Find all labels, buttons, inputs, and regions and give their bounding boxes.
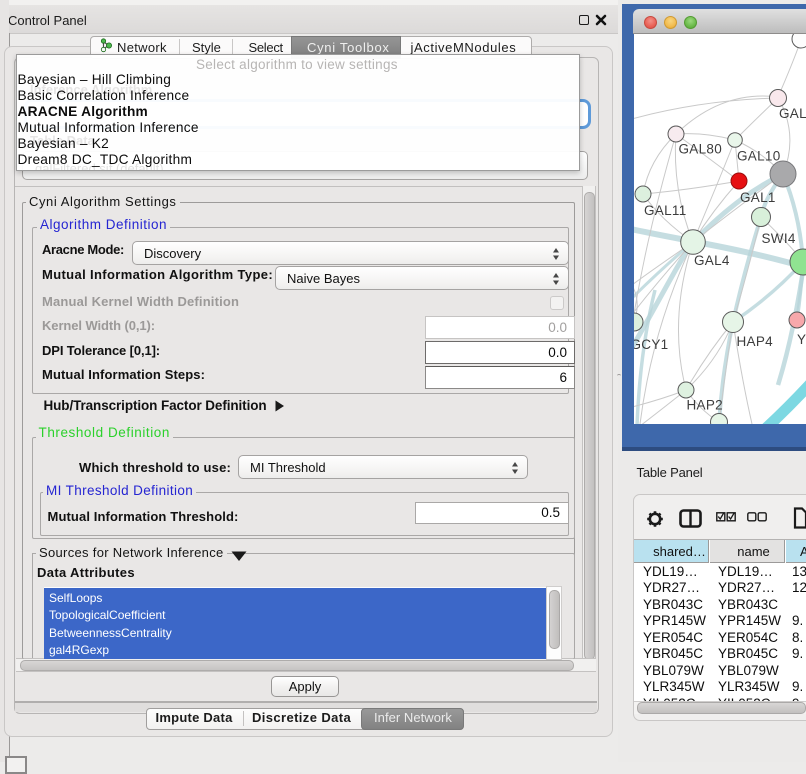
svg-text:GAL11: GAL11 xyxy=(644,203,687,218)
svg-text:GAL80: GAL80 xyxy=(679,142,723,157)
svg-text:HAP2: HAP2 xyxy=(687,398,723,413)
svg-text:GAL1: GAL1 xyxy=(740,190,776,205)
svg-text:GAL10: GAL10 xyxy=(737,149,781,164)
svg-text:GAL4: GAL4 xyxy=(694,253,730,268)
svg-text:SWI4: SWI4 xyxy=(762,231,796,246)
svg-text:Y: Y xyxy=(797,332,806,347)
svg-text:GCY1: GCY1 xyxy=(634,337,668,352)
svg-text:HAP4: HAP4 xyxy=(737,334,774,349)
svg-text:GAL: GAL xyxy=(779,106,806,121)
